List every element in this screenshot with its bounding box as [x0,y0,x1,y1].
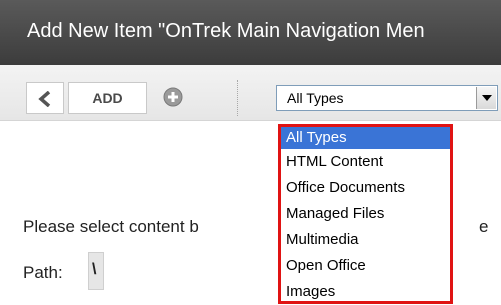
path-label: Path: [23,263,63,282]
add-circle-icon[interactable] [163,87,183,107]
type-select[interactable]: All Types [276,85,498,111]
dropdown-option-html-content[interactable]: HTML Content [281,149,450,175]
dialog-title-bar: Add New Item "OnTrek Main Navigation Men [0,0,501,65]
path-value: \ [92,261,97,278]
dropdown-option-open-office[interactable]: Open Office [281,253,450,279]
type-dropdown-list: All Types HTML Content Office Documents … [278,124,453,304]
back-button[interactable] [26,82,64,114]
dropdown-option-multimedia[interactable]: Multimedia [281,227,450,253]
dropdown-option-images[interactable]: Images [281,279,450,305]
type-select-value: All Types [287,90,344,106]
content-instruction: Please select content be [23,217,489,236]
select-dropdown-button[interactable] [476,87,496,109]
dropdown-option-all-types[interactable]: All Types [281,127,450,149]
chevron-left-icon [38,91,51,107]
dropdown-option-managed-files[interactable]: Managed Files [281,201,450,227]
dropdown-option-office-documents[interactable]: Office Documents [281,175,450,201]
add-button[interactable]: ADD [68,82,147,114]
chevron-down-icon [482,95,492,101]
dialog-title: Add New Item "OnTrek Main Navigation Men [27,20,425,42]
path-field[interactable]: \ [88,252,104,290]
toolbar: ADD All Types [0,65,501,121]
toolbar-divider [237,80,238,116]
